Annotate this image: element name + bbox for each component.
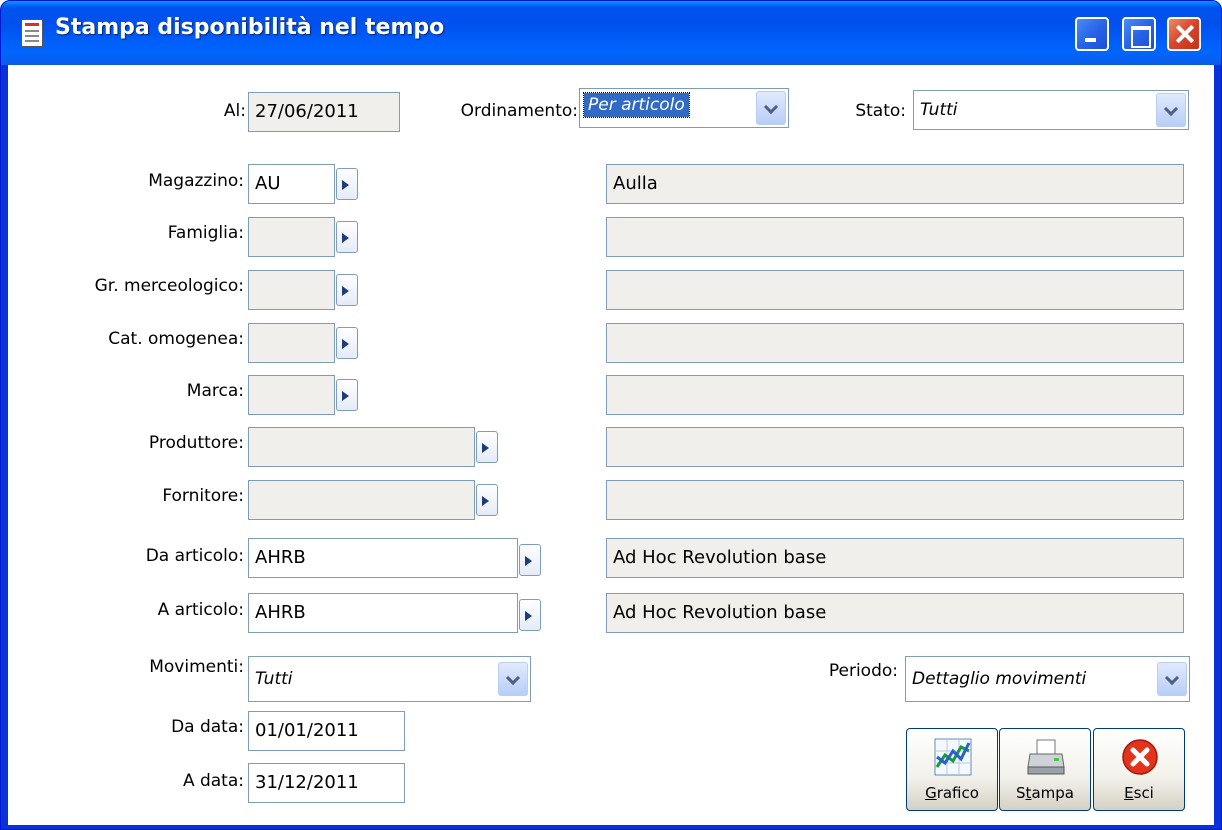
title-bar[interactable]: Stampa disponibilità nel tempo xyxy=(1,1,1221,65)
fornitore-label: Fornitore: xyxy=(162,486,244,506)
chevron-down-icon[interactable] xyxy=(498,662,528,696)
form-body: Al: 27/06/2011 Ordinamento: Per articolo… xyxy=(8,65,1214,825)
chevron-down-icon[interactable] xyxy=(756,91,786,125)
ordinamento-select[interactable]: Per articolo xyxy=(579,88,789,128)
periodo-select[interactable]: Dettaglio movimenti xyxy=(905,656,1190,702)
maximize-button[interactable] xyxy=(1122,17,1156,51)
produttore-code-input[interactable] xyxy=(248,427,475,467)
exit-x-icon xyxy=(1122,739,1158,775)
printer-icon xyxy=(1027,739,1065,775)
al-date-field[interactable]: 27/06/2011 xyxy=(248,92,400,132)
fornitore-description xyxy=(606,480,1184,520)
a-articolo-description: Ad Hoc Revolution base xyxy=(606,593,1184,633)
chevron-down-icon[interactable] xyxy=(1156,93,1186,127)
categoria-omogenea-description xyxy=(606,323,1184,363)
famiglia-description xyxy=(606,217,1184,257)
da-data-label: Da data: xyxy=(171,717,244,737)
da-articolo-zoom-button[interactable] xyxy=(519,544,541,576)
movimenti-value: Tutti xyxy=(255,669,293,689)
famiglia-zoom-button[interactable] xyxy=(336,221,358,253)
stato-label: Stato: xyxy=(855,101,906,121)
stato-select[interactable]: Tutti xyxy=(913,90,1189,130)
stampa-button[interactable]: Stampa xyxy=(999,728,1091,811)
fornitore-zoom-button[interactable] xyxy=(476,484,498,516)
da-articolo-code-input[interactable]: AHRB xyxy=(248,538,518,578)
a-data-input[interactable]: 31/12/2011 xyxy=(248,763,405,803)
ordinamento-value: Per articolo xyxy=(583,92,690,118)
minimize-button[interactable] xyxy=(1075,17,1109,51)
a-data-label: A data: xyxy=(182,771,244,791)
al-label: Al: xyxy=(223,101,246,121)
produttore-zoom-button[interactable] xyxy=(476,431,498,463)
famiglia-code-input[interactable] xyxy=(248,217,335,257)
stato-value: Tutti xyxy=(920,100,958,120)
categoria-omogenea-code-input[interactable] xyxy=(248,323,335,363)
a-articolo-code-input[interactable]: AHRB xyxy=(248,593,518,633)
periodo-value: Dettaglio movimenti xyxy=(912,669,1087,689)
grafico-button[interactable]: Grafico xyxy=(906,728,998,811)
movimenti-select[interactable]: Tutti xyxy=(248,656,531,702)
close-button[interactable] xyxy=(1167,17,1201,51)
periodo-label: Periodo: xyxy=(828,661,898,681)
da-data-input[interactable]: 01/01/2011 xyxy=(248,711,405,751)
marca-code-input[interactable] xyxy=(248,375,335,415)
gruppo-merceologico-zoom-button[interactable] xyxy=(336,274,358,306)
produttore-label: Produttore: xyxy=(148,433,244,453)
document-icon xyxy=(21,19,43,47)
gruppo-merceologico-description xyxy=(606,270,1184,310)
magazzino-description: Aulla xyxy=(606,164,1184,204)
da-articolo-description: Ad Hoc Revolution base xyxy=(606,538,1184,578)
a-articolo-zoom-button[interactable] xyxy=(519,599,541,631)
categoria-omogenea-zoom-button[interactable] xyxy=(336,327,358,359)
fornitore-code-input[interactable] xyxy=(248,480,475,520)
gruppo-merceologico-code-input[interactable] xyxy=(248,270,335,310)
produttore-description xyxy=(606,427,1184,467)
magazzino-zoom-button[interactable] xyxy=(336,168,358,200)
chart-icon xyxy=(934,738,972,776)
marca-label: Marca: xyxy=(186,381,244,401)
esci-caption: Esci xyxy=(1124,784,1154,802)
magazzino-label: Magazzino: xyxy=(148,171,244,191)
gruppo-merceologico-label: Gr. merceologico: xyxy=(94,276,244,296)
movimenti-label: Movimenti: xyxy=(149,657,244,677)
categoria-omogenea-label: Cat. omogenea: xyxy=(108,329,244,349)
famiglia-label: Famiglia: xyxy=(167,223,244,243)
a-articolo-label: A articolo: xyxy=(157,600,244,620)
esci-button[interactable]: Esci xyxy=(1093,728,1185,811)
window-title: Stampa disponibilità nel tempo xyxy=(55,15,445,40)
stampa-caption: Stampa xyxy=(1016,784,1074,802)
marca-zoom-button[interactable] xyxy=(336,379,358,411)
report-window: Stampa disponibilità nel tempo Al: 27/06… xyxy=(0,0,1222,830)
magazzino-code-input[interactable]: AU xyxy=(248,164,335,204)
da-articolo-label: Da articolo: xyxy=(145,546,244,566)
marca-description xyxy=(606,375,1184,415)
grafico-caption: Grafico xyxy=(925,784,979,802)
ordinamento-label: Ordinamento: xyxy=(460,101,578,121)
chevron-down-icon[interactable] xyxy=(1157,662,1187,696)
